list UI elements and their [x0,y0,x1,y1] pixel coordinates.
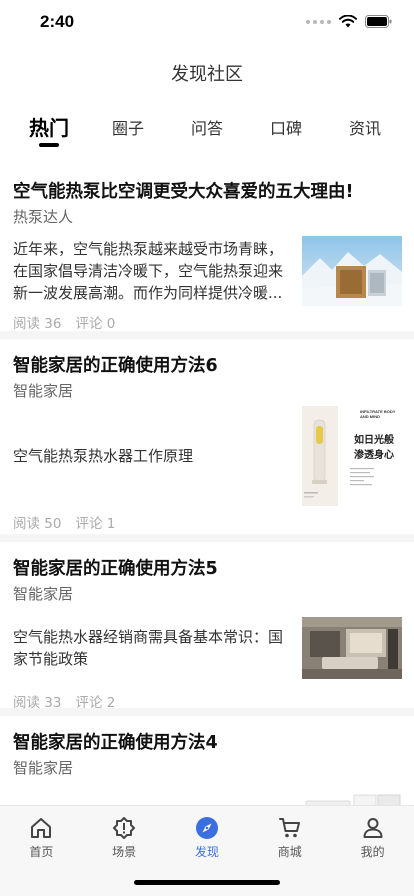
tab-label: 圈子 [111,119,144,138]
tab-circles[interactable]: 圈子 [99,110,157,152]
article-author: 智能家居 [13,585,74,603]
article-thumbnail [302,617,402,679]
status-bar: 2:40 [0,0,414,44]
nav-item-scene[interactable]: 场景 [89,816,159,860]
nav-label: 商城 [277,845,302,859]
person-icon [363,818,383,838]
tab-active-indicator [39,143,59,147]
thumb-headline-line: 渗透身心 [354,450,394,461]
nav-label: 发现 [194,845,219,859]
tab-qa[interactable]: 问答 [178,110,236,152]
article-body: 近年来，空气能热泵越来越受市场青睐，在国家倡导清洁冷暖下，空气能热泵迎来新一波发… [13,236,402,306]
tab-label: 热门 [29,116,69,140]
thumb-headline-cn: 如日光般 渗透身心 [354,433,394,463]
article-body: 空气能热泵热水器工作原理 INFILTRATE BODY AND MIND 如日… [13,406,402,506]
article-thumbnail: INFILTRATE BODY AND MIND 如日光般 渗透身心 [302,406,402,506]
thumb-headline-en: INFILTRATE BODY AND MIND [360,409,396,419]
nav-label: 首页 [29,845,54,859]
article-card[interactable]: 智能家居的正确使用方法5 智能家居 空气能热水器经销商需具备基本常识：国家节能政… [0,542,414,716]
status-icons [306,15,392,28]
read-count: 阅读 33 [13,695,62,711]
comment-count: 评论 0 [75,316,116,332]
nav-label: 我的 [360,845,385,859]
tab-label: 问答 [190,119,223,138]
article-feed: 空气能热泵比空调更受大众喜爱的五大理由! 热泵达人 近年来，空气能热泵越来越受市… [0,165,414,856]
read-count: 阅读 36 [13,316,62,332]
nav-item-shop[interactable]: 商城 [255,816,325,860]
article-thumbnail [302,236,402,306]
wifi-icon [339,15,357,28]
nav-label: 场景 [112,845,137,859]
page-title: 发现社区 [171,64,243,85]
tab-reviews[interactable]: 口碑 [257,110,315,152]
nav-item-discover[interactable]: 发现 [172,816,242,860]
article-excerpt: 空气能热水器经销商需具备基本常识：国家节能政策 [13,628,284,668]
article-excerpt: 近年来，空气能热泵越来越受市场青睐，在国家倡导清洁冷暖下，空气能热泵迎来新一波发… [13,240,284,302]
cart-icon [278,818,300,838]
home-indicator[interactable] [134,880,280,885]
home-icon [31,818,52,838]
article-stats: 阅读 36 评论 0 [13,314,402,334]
thumb-headline-line: 如日光般 [354,435,394,446]
article-excerpt: 空气能热泵热水器工作原理 [13,447,194,465]
article-author: 智能家居 [13,382,74,400]
article-title: 智能家居的正确使用方法4 [13,733,218,753]
article-card[interactable]: 智能家居的正确使用方法6 智能家居 空气能热泵热水器工作原理 INFILTRAT… [0,339,414,542]
tab-news[interactable]: 资讯 [336,110,394,152]
article-card[interactable]: 空气能热泵比空调更受大众喜爱的五大理由! 热泵达人 近年来，空气能热泵越来越受市… [0,165,414,339]
battery-icon [365,15,392,28]
nav-item-profile[interactable]: 我的 [338,816,408,860]
comment-count: 评论 1 [75,516,116,532]
article-stats: 阅读 50 评论 1 [13,514,402,534]
compass-icon [195,817,218,839]
tab-label: 资讯 [348,119,381,138]
scene-icon [113,817,136,839]
tab-hot[interactable]: 热门 [20,110,78,152]
signal-icon [306,19,331,24]
category-tabs: 热门 圈子 问答 口碑 资讯 [0,110,414,152]
article-author: 智能家居 [13,759,74,777]
comment-count: 评论 2 [75,695,116,711]
status-time: 2:40 [40,12,75,31]
tab-label: 口碑 [269,119,302,138]
nav-item-home[interactable]: 首页 [6,816,76,860]
read-count: 阅读 50 [13,516,62,532]
article-body: 空气能热水器经销商需具备基本常识：国家节能政策 [13,617,402,679]
article-stats: 阅读 33 评论 2 [13,693,402,713]
article-title: 空气能热泵比空调更受大众喜爱的五大理由! [13,182,354,202]
article-title: 智能家居的正确使用方法5 [13,559,218,579]
article-title: 智能家居的正确使用方法6 [13,356,218,376]
article-author: 热泵达人 [13,208,74,226]
